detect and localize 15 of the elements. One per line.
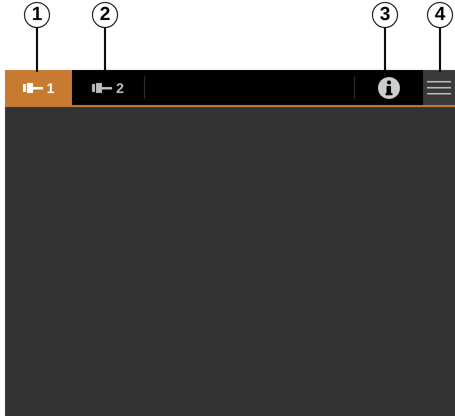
leader-line — [384, 28, 386, 72]
callout-number: 4 — [427, 2, 453, 28]
callout-number: 1 — [24, 2, 50, 28]
callout-number: 2 — [92, 2, 118, 28]
leader-line — [36, 28, 38, 72]
menu-button[interactable] — [423, 70, 455, 105]
connector-icon — [22, 82, 43, 92]
connector-icon — [92, 82, 112, 92]
leader-line — [104, 28, 106, 72]
tab-label: 2 — [116, 80, 124, 96]
info-icon — [378, 76, 400, 98]
menu-icon — [427, 80, 451, 96]
callout-number: 3 — [372, 2, 398, 28]
tab-label: 1 — [46, 80, 54, 96]
leader-line — [439, 28, 441, 72]
